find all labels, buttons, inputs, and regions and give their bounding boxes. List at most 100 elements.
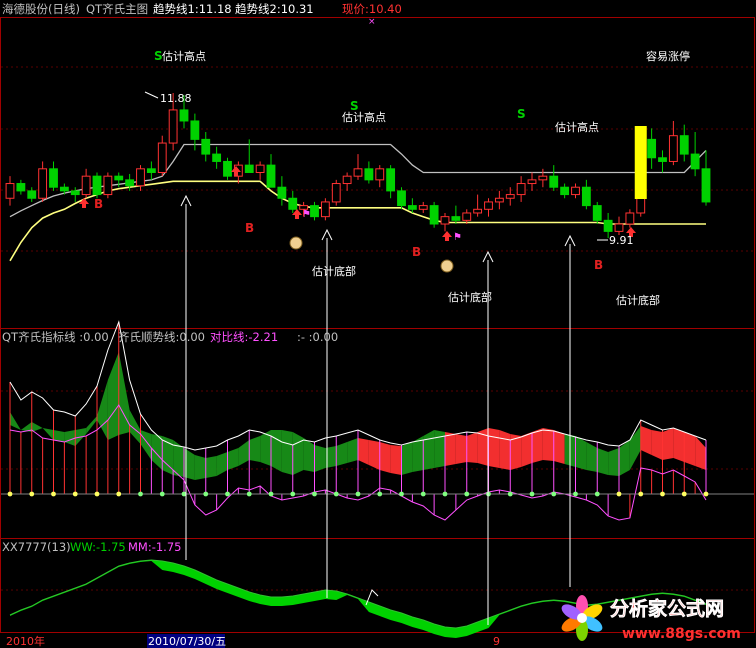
flag-icon: ⚑ (302, 209, 311, 220)
label-bottom-2: 估计底部 (448, 290, 492, 304)
candle-body (429, 205, 439, 225)
zero-dot (290, 491, 296, 497)
zero-dot (464, 491, 470, 497)
axis-year: 2010年 (6, 634, 45, 648)
candle-body (255, 164, 265, 173)
trend1-value: 趋势线1:11.18 (153, 2, 232, 16)
candle-body (223, 160, 232, 177)
panel2-series2: 对比线:-2.21 (210, 330, 278, 344)
zero-dot (399, 491, 404, 497)
zero-dot (529, 491, 535, 497)
indicator-band (445, 432, 456, 466)
watermark-logo: 分析家公式网 www.88gs.com (561, 595, 741, 642)
indicator-band (401, 442, 413, 475)
label-high-3: 估计高点 (555, 120, 599, 134)
candle-body (16, 183, 26, 192)
candle-body (310, 205, 319, 218)
candle-body (157, 142, 167, 173)
cross-marker: × (368, 17, 376, 27)
candle-body (103, 175, 113, 196)
candle-body (560, 186, 570, 196)
flower-icon (561, 595, 603, 641)
candle-body (27, 190, 37, 199)
candle-body (440, 216, 450, 225)
indicator-name: QT齐氏主图 (86, 2, 148, 16)
candle-body (146, 168, 156, 173)
indicator-band (684, 432, 696, 466)
buy-mark: B (412, 245, 421, 259)
zero-dot (116, 491, 122, 497)
limit-up-bar (634, 126, 647, 199)
sell-mark: S (154, 49, 163, 63)
candle-body (603, 219, 613, 232)
candle-body (571, 186, 580, 196)
indicator-band (455, 434, 467, 464)
label-easy-limit: 容易涨停 (646, 49, 690, 63)
indicator-band (347, 438, 358, 463)
candle-body (418, 205, 428, 210)
price-value: 现价:10.40 (342, 2, 402, 16)
candle-body (407, 205, 417, 210)
candle-body (5, 183, 15, 199)
buy-mark: B (94, 197, 103, 211)
zero-dot (703, 491, 709, 497)
candle-body (277, 186, 287, 199)
candle-body (451, 216, 461, 221)
axis-month: 9 (493, 635, 500, 648)
candle-body (190, 120, 200, 140)
panel3-mm: MM:-1.75 (128, 540, 181, 554)
indicator-band (597, 448, 609, 475)
panel3-ww: WW:-1.75 (70, 540, 126, 554)
candle-body (342, 175, 352, 185)
label-bottom-1: 估计底部 (312, 264, 356, 278)
panel2-series1: 齐氏顺势线:0.00 (118, 330, 205, 344)
candle-body (266, 164, 276, 188)
money-bag-icon (440, 259, 454, 273)
candle-body (353, 168, 363, 177)
flag-icon: ⚑ (453, 232, 462, 243)
candle (223, 157, 232, 180)
candle-body (625, 212, 635, 225)
indicator-band (488, 428, 500, 468)
candle-body (386, 168, 396, 192)
panel2-title: QT齐氏指标线 :0.00 (2, 330, 109, 344)
candle (320, 198, 330, 221)
indicator-band (608, 448, 619, 476)
zero-dot (616, 491, 622, 497)
zero-dot (377, 491, 383, 497)
indicator-band (368, 440, 380, 470)
zero-dot (7, 491, 13, 497)
indicator-band (205, 456, 217, 478)
zero-dot (442, 491, 448, 497)
indicator-band (423, 430, 435, 470)
zero-dot (507, 491, 513, 497)
trend2-value: 趋势线2:10.31 (235, 2, 314, 16)
candle (92, 172, 102, 199)
label-bottom-3: 估计底部 (616, 293, 660, 307)
candle-body (505, 194, 515, 199)
sell-mark: S (517, 107, 526, 121)
candle-body (125, 179, 135, 187)
zero-dot (138, 491, 143, 497)
candle-body (375, 168, 385, 181)
candle-body (679, 135, 689, 155)
zero-dot (355, 491, 361, 497)
candle-body (59, 186, 69, 192)
zero-dot (51, 491, 56, 497)
indicator-band (466, 432, 478, 463)
indicator-band (673, 428, 685, 462)
zero-dot (681, 491, 687, 497)
panel2-series3: :- :0.00 (297, 330, 338, 344)
candle (331, 179, 341, 206)
candle-body (494, 197, 504, 203)
candle-body (538, 175, 548, 181)
indicator-band (662, 428, 674, 460)
zero-dot (660, 491, 665, 497)
stock-chart: ⚑ ⚑ 估计高点 估计高点 估计高点 容易涨停 估计底部 估计底部 估计底部 11… (0, 0, 756, 648)
candle-body (288, 197, 298, 210)
candle-body (614, 223, 624, 232)
candle-body (136, 168, 145, 187)
candle-body (364, 168, 374, 181)
zero-dot (225, 491, 230, 497)
zero-dot (551, 491, 557, 497)
